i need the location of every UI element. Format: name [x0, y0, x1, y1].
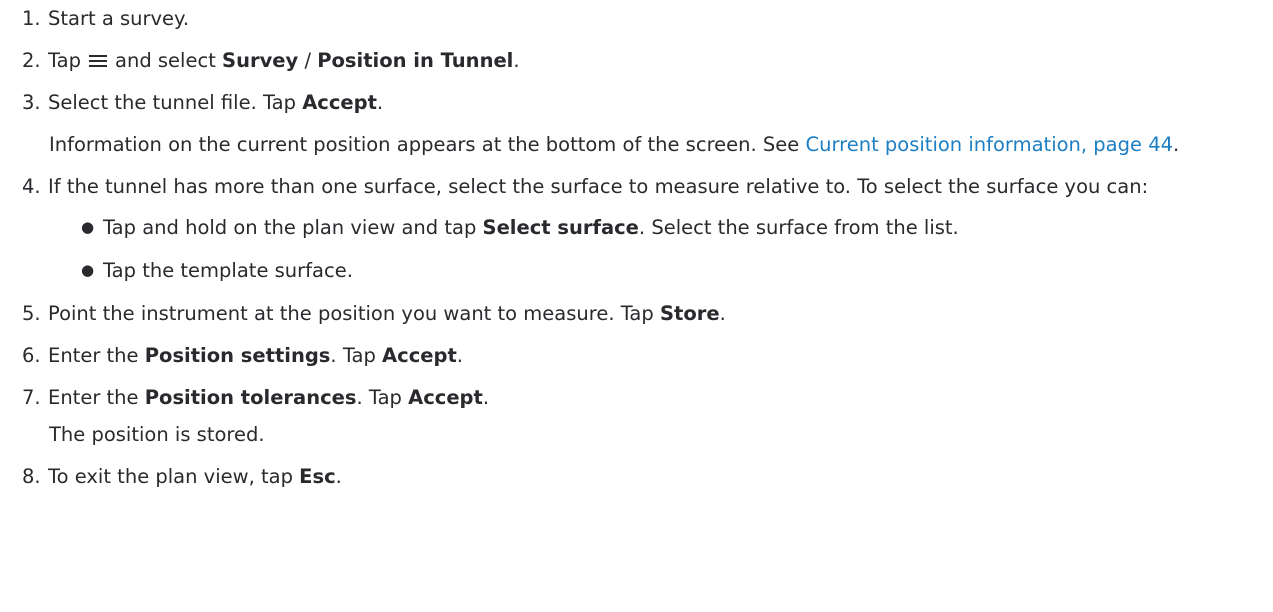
step-text: Point the instrument at the position you…: [48, 299, 1273, 328]
step-text-part: Tap: [48, 49, 82, 72]
step-text-part: . Tap: [356, 386, 402, 409]
store-label: Store: [659, 302, 720, 325]
menu-icon: [89, 54, 108, 68]
step-text: Enter the Position tolerances. Tap Accep…: [48, 383, 1273, 412]
step-text-part: Enter the: [48, 386, 139, 409]
step-text-part: Start a survey.: [48, 7, 190, 30]
step-text: Select the tunnel file. Tap Accept.: [48, 88, 1273, 117]
step-text: Start a survey.: [48, 4, 1273, 33]
step-7: 7. Enter the Position tolerances. Tap Ac…: [0, 383, 1273, 412]
bullet-text-part: . Select the surface from the list.: [638, 216, 959, 239]
step-4-options: ● Tap and hold on the plan view and tap …: [81, 213, 1273, 287]
punctuation: .: [335, 465, 342, 488]
step-number: 6.: [22, 344, 41, 367]
list-item: ● Tap and hold on the plan view and tap …: [81, 213, 1273, 244]
step-number: 1.: [22, 7, 41, 30]
bullet-text: Tap the template surface.: [103, 259, 353, 282]
path-separator: /: [304, 49, 312, 72]
punctuation: .: [719, 302, 726, 325]
step-5: 5. Point the instrument at the position …: [0, 299, 1273, 328]
step-6: 6. Enter the Position settings. Tap Acce…: [0, 341, 1273, 370]
step-text-part: . Tap: [330, 344, 376, 367]
accept-label: Accept: [302, 91, 377, 114]
step-number: 7.: [22, 386, 41, 409]
step-3: 3. Select the tunnel file. Tap Accept.: [0, 88, 1273, 117]
punctuation: .: [376, 91, 384, 114]
step-text: If the tunnel has more than one surface,…: [48, 175, 1149, 198]
punctuation: .: [456, 344, 463, 367]
step-text-part: Point the instrument at the position you…: [48, 302, 654, 325]
step-text: Tap and select Survey / Position in Tunne…: [48, 46, 1273, 75]
step-text-part: Enter the: [48, 344, 139, 367]
step-text: Enter the Position settings. Tap Accept.: [48, 341, 1273, 370]
step-text-part: To exit the plan view, tap: [48, 465, 293, 488]
select-surface-label: Select surface: [482, 216, 639, 239]
menu-item-survey: Survey: [222, 49, 299, 72]
step-4: 4. If the tunnel has more than one surfa…: [0, 172, 1273, 201]
step-number: 3.: [22, 91, 41, 114]
bullet-text: Tap and hold on the plan view and tap Se…: [103, 213, 959, 242]
step-text-part: and select: [115, 49, 216, 72]
step-7-note: The position is stored.: [49, 423, 265, 446]
accept-label: Accept: [382, 344, 457, 367]
menu-item-position-in-tunnel: Position in Tunnel: [317, 49, 514, 72]
bullet-icon: ●: [81, 261, 95, 279]
step-8: 8. To exit the plan view, tap Esc.: [0, 462, 1273, 491]
step-number: 8.: [22, 465, 41, 488]
step-number: 5.: [22, 302, 41, 325]
bullet-icon: ●: [81, 218, 95, 236]
step-1: 1. Start a survey.: [0, 4, 1273, 33]
position-tolerances-label: Position tolerances: [144, 386, 357, 409]
punctuation: .: [1173, 133, 1180, 156]
esc-label: Esc: [299, 465, 336, 488]
punctuation: .: [513, 49, 520, 72]
step-number: 4.: [22, 175, 41, 198]
step-number: 2.: [22, 49, 41, 72]
punctuation: .: [482, 386, 490, 409]
procedure-document: 1. Start a survey. 2. Tap and select Surv…: [0, 0, 1273, 491]
step-text-part: Select the tunnel file. Tap: [48, 91, 296, 114]
step-text: To exit the plan view, tap Esc.: [48, 462, 1273, 491]
accept-label: Accept: [408, 386, 483, 409]
note-text: Information on the current position appe…: [49, 133, 800, 156]
current-position-information-link[interactable]: Current position information, page 44: [805, 133, 1173, 156]
list-item: ● Tap the template surface.: [81, 256, 1273, 287]
position-settings-label: Position settings: [144, 344, 331, 367]
step-3-note: Information on the current position appe…: [49, 130, 1273, 159]
step-2: 2. Tap and select Survey / Position in Tu…: [0, 46, 1273, 75]
bullet-text-part: Tap and hold on the plan view and tap: [103, 216, 477, 239]
